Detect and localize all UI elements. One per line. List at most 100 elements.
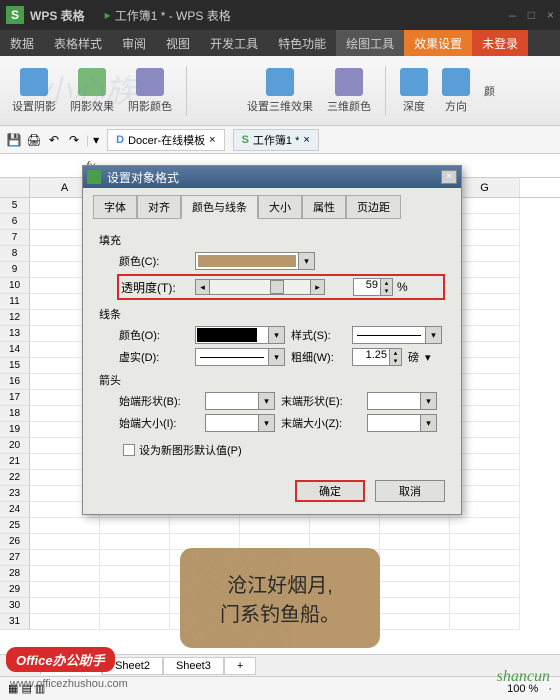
slider-left-arrow[interactable]: ◂: [196, 280, 210, 294]
cell[interactable]: [450, 518, 520, 534]
style-combo[interactable]: ▾: [352, 326, 442, 344]
cell[interactable]: [310, 518, 380, 534]
row-header[interactable]: 24: [0, 502, 30, 518]
print-icon[interactable]: 🖨: [26, 132, 42, 148]
menu-tablestyle[interactable]: 表格样式: [44, 30, 112, 56]
cell[interactable]: [450, 582, 520, 598]
row-header[interactable]: 21: [0, 454, 30, 470]
row-header[interactable]: 30: [0, 598, 30, 614]
cell[interactable]: [30, 598, 100, 614]
row-header[interactable]: 10: [0, 278, 30, 294]
tab-margins[interactable]: 页边距: [346, 195, 401, 219]
dropdown-icon[interactable]: ▾: [93, 133, 99, 147]
cell[interactable]: [380, 550, 450, 566]
tab-font[interactable]: 字体: [93, 195, 137, 219]
text-shape[interactable]: 沧江好烟月, 门系钓鱼船。: [180, 548, 380, 648]
dialog-titlebar[interactable]: 设置对象格式 ×: [83, 166, 461, 188]
cancel-button[interactable]: 取消: [375, 480, 445, 502]
menu-devtools[interactable]: 开发工具: [200, 30, 268, 56]
row-header[interactable]: 7: [0, 230, 30, 246]
select-all-corner[interactable]: [0, 178, 30, 197]
cell[interactable]: [100, 598, 170, 614]
row-header[interactable]: 18: [0, 406, 30, 422]
tab-size[interactable]: 大小: [258, 195, 302, 219]
cell[interactable]: [30, 614, 100, 630]
cell[interactable]: [170, 518, 240, 534]
row-header[interactable]: 27: [0, 550, 30, 566]
transparency-input[interactable]: 59 ▴▾: [353, 278, 393, 296]
begin-size-combo[interactable]: ▾: [205, 414, 275, 432]
ribbon-shadow-effect[interactable]: 阴影效果: [66, 66, 118, 116]
dialog-close-button[interactable]: ×: [441, 170, 457, 184]
ribbon-shadow-color[interactable]: 阴影颜色: [124, 66, 176, 116]
cell[interactable]: [30, 550, 100, 566]
row-header[interactable]: 15: [0, 358, 30, 374]
maximize-button[interactable]: □: [528, 8, 535, 22]
spin-down-icon[interactable]: ▾: [389, 357, 401, 365]
default-checkbox[interactable]: [123, 444, 135, 456]
row-header[interactable]: 31: [0, 614, 30, 630]
menu-features[interactable]: 特色功能: [268, 30, 336, 56]
begin-shape-combo[interactable]: ▾: [205, 392, 275, 410]
menu-view[interactable]: 视图: [156, 30, 200, 56]
menu-login[interactable]: 未登录: [472, 30, 528, 56]
cell[interactable]: [240, 518, 310, 534]
spin-up-icon[interactable]: ▴: [389, 349, 401, 357]
cell[interactable]: [30, 534, 100, 550]
doctab-docer[interactable]: D Docer-在线模板 ×: [107, 129, 224, 151]
row-header[interactable]: 28: [0, 566, 30, 582]
row-header[interactable]: 22: [0, 470, 30, 486]
close-button[interactable]: ×: [547, 8, 554, 22]
tab-close-icon[interactable]: ×: [303, 134, 309, 146]
row-header[interactable]: 16: [0, 374, 30, 390]
sheettab-3[interactable]: Sheet3: [163, 657, 224, 675]
cell[interactable]: [100, 566, 170, 582]
cell[interactable]: [450, 550, 520, 566]
cell[interactable]: [380, 518, 450, 534]
row-header[interactable]: 20: [0, 438, 30, 454]
menu-effects[interactable]: 效果设置: [404, 30, 472, 56]
end-shape-combo[interactable]: ▾: [367, 392, 437, 410]
row-header[interactable]: 23: [0, 486, 30, 502]
cell[interactable]: [100, 550, 170, 566]
tab-colors-lines[interactable]: 颜色与线条: [181, 195, 258, 219]
cell[interactable]: [450, 614, 520, 630]
cell[interactable]: [30, 566, 100, 582]
spin-up-icon[interactable]: ▴: [380, 279, 392, 287]
ribbon-shadow-set[interactable]: 设置阴影: [8, 66, 60, 116]
cell[interactable]: [100, 534, 170, 550]
ok-button[interactable]: 确定: [295, 480, 365, 502]
cell[interactable]: [100, 582, 170, 598]
row-header[interactable]: 8: [0, 246, 30, 262]
ribbon-depth[interactable]: 深度: [396, 66, 432, 116]
transparency-slider[interactable]: ◂ ▸: [195, 279, 325, 295]
undo-icon[interactable]: ↶: [46, 132, 62, 148]
slider-thumb[interactable]: [270, 280, 284, 294]
weight-input[interactable]: 1.25 ▴▾: [352, 348, 402, 366]
row-header[interactable]: 25: [0, 518, 30, 534]
chevron-down-icon[interactable]: ▾: [425, 351, 431, 364]
menu-review[interactable]: 审阅: [112, 30, 156, 56]
menu-drawtools[interactable]: 绘图工具: [336, 30, 404, 56]
row-header[interactable]: 6: [0, 214, 30, 230]
minimize-button[interactable]: –: [509, 8, 516, 22]
slider-right-arrow[interactable]: ▸: [310, 280, 324, 294]
row-header[interactable]: 9: [0, 262, 30, 278]
ribbon-3d-color[interactable]: 三维颜色: [323, 66, 375, 116]
spin-down-icon[interactable]: ▾: [380, 287, 392, 295]
ribbon-color[interactable]: 颜: [480, 81, 499, 101]
line-color-combo[interactable]: ▾: [195, 326, 285, 344]
cell[interactable]: [380, 614, 450, 630]
doctab-workbook[interactable]: S 工作簿1 * ×: [233, 129, 319, 151]
row-header[interactable]: 5: [0, 198, 30, 214]
cell[interactable]: [450, 598, 520, 614]
row-header[interactable]: 14: [0, 342, 30, 358]
row-header[interactable]: 19: [0, 422, 30, 438]
sheettab-add[interactable]: +: [224, 657, 256, 675]
cell[interactable]: [30, 582, 100, 598]
fill-color-combo[interactable]: ▾: [195, 252, 315, 270]
tab-align[interactable]: 对齐: [137, 195, 181, 219]
cell[interactable]: [450, 566, 520, 582]
cell[interactable]: [380, 598, 450, 614]
cell[interactable]: [380, 582, 450, 598]
